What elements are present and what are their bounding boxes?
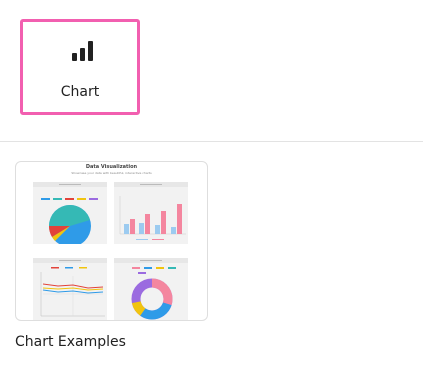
- chart-type-label: Chart: [60, 84, 100, 100]
- thumbnail-line-chart: [40, 267, 105, 317]
- thumbnail-donut-chart: [131, 267, 176, 320]
- chart-examples-caption: Chart Examples: [15, 334, 126, 350]
- thumbnail-pie-panel: [33, 182, 107, 244]
- thumbnail-bar-chart: [119, 196, 186, 240]
- chart-type-tile[interactable]: Chart: [20, 19, 140, 115]
- bar-chart-icon: [72, 41, 94, 61]
- section-divider: [0, 141, 423, 142]
- chart-picker: Chart Data Visualization Showcase your d…: [0, 0, 423, 368]
- thumbnail-title: Data Visualization: [85, 164, 138, 170]
- thumbnail-donut-panel: [114, 258, 188, 320]
- thumbnail-pie-chart: [41, 198, 98, 244]
- thumbnail-bar-panel: [114, 182, 188, 244]
- thumbnail-subtitle: Showcase your data with beautiful, inter…: [71, 171, 152, 175]
- thumbnail-line-panel: [33, 258, 107, 320]
- chart-examples-thumbnail[interactable]: Data Visualization Showcase your data wi…: [15, 161, 208, 321]
